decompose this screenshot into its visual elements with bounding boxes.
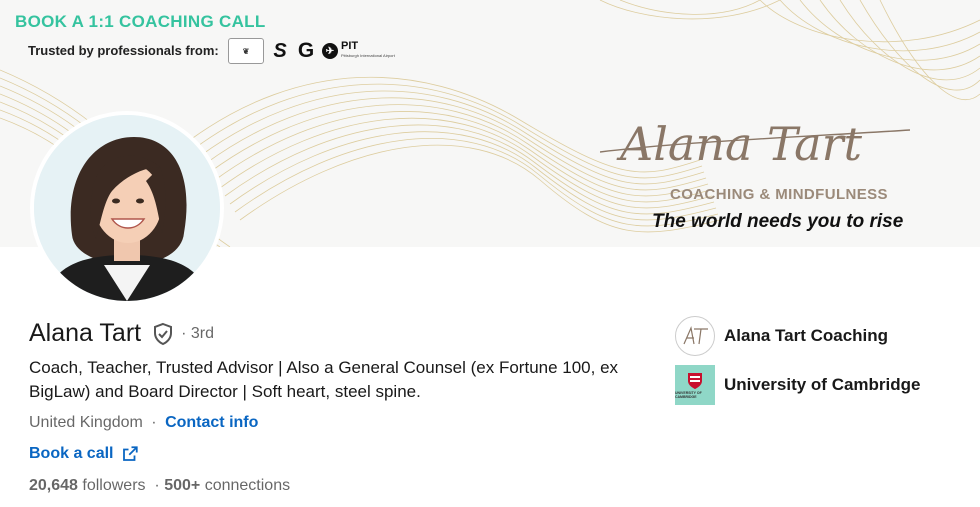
location-row: United Kingdom · Contact info [29, 414, 258, 432]
coaching-call-heading: BOOK A 1:1 COACHING CALL [15, 12, 266, 31]
education-link[interactable]: UNIVERSITY OF CAMBRIDGE University of Ca… [675, 365, 921, 405]
connections-stat[interactable]: 500+ connections [164, 477, 290, 494]
followers-count: 20,648 [29, 477, 78, 494]
pit-logo-subtext: Pittsburgh International Airport [341, 53, 395, 58]
contact-info-link[interactable]: Contact info [165, 414, 258, 431]
connections-count: 500+ [164, 477, 201, 494]
company-name: Alana Tart Coaching [724, 326, 889, 345]
banner-tagline: The world needs you to rise [652, 211, 904, 232]
signature-logo: Alana Tart [600, 117, 911, 171]
stats-row: 20,648 followers · 500+ connections [29, 477, 290, 495]
connections-label: connections [204, 477, 291, 494]
profile-location: United Kingdom [29, 414, 143, 431]
separator-dot: · [151, 414, 157, 431]
plane-icon: ✈ [322, 43, 338, 59]
crest-logo: ❦ [228, 38, 264, 64]
g-logo: G [297, 39, 315, 62]
at-monogram-logo [675, 316, 715, 356]
followers-stat[interactable]: 20,648 followers [29, 477, 146, 494]
followers-label: followers [82, 477, 146, 494]
profile-name: Alana Tart [29, 319, 142, 347]
cambridge-crest-logo: UNIVERSITY OF CAMBRIDGE [675, 365, 715, 405]
profile-headline: Coach, Teacher, Trusted Advisor | Also a… [29, 358, 619, 401]
client-logos: ❦ S G ✈ PIT Pittsburgh International Air… [228, 38, 395, 64]
profile-photo[interactable] [30, 111, 224, 305]
signature-text: Alana Tart [616, 117, 863, 171]
trusted-by-label: Trusted by professionals from: [28, 43, 219, 58]
connections-separator: · [154, 477, 160, 494]
current-company-link[interactable]: Alana Tart Coaching [675, 316, 888, 356]
external-link-icon [123, 446, 139, 461]
person-portrait-icon [34, 115, 220, 301]
s-logo: S [273, 39, 287, 62]
shield-check-icon[interactable] [151, 322, 175, 346]
book-a-call-label: Book a call [29, 445, 114, 462]
name-row: Alana Tart · 3rd [29, 319, 214, 348]
connection-degree: · 3rd [181, 324, 215, 342]
cambridge-logo-text: UNIVERSITY OF CAMBRIDGE [675, 390, 702, 399]
brand-subtitle: COACHING & MINDFULNESS [670, 186, 888, 203]
book-a-call-link[interactable]: Book a call [29, 445, 139, 463]
pit-logo: ✈ PIT Pittsburgh International Airport [322, 40, 395, 62]
school-name: University of Cambridge [724, 375, 921, 394]
